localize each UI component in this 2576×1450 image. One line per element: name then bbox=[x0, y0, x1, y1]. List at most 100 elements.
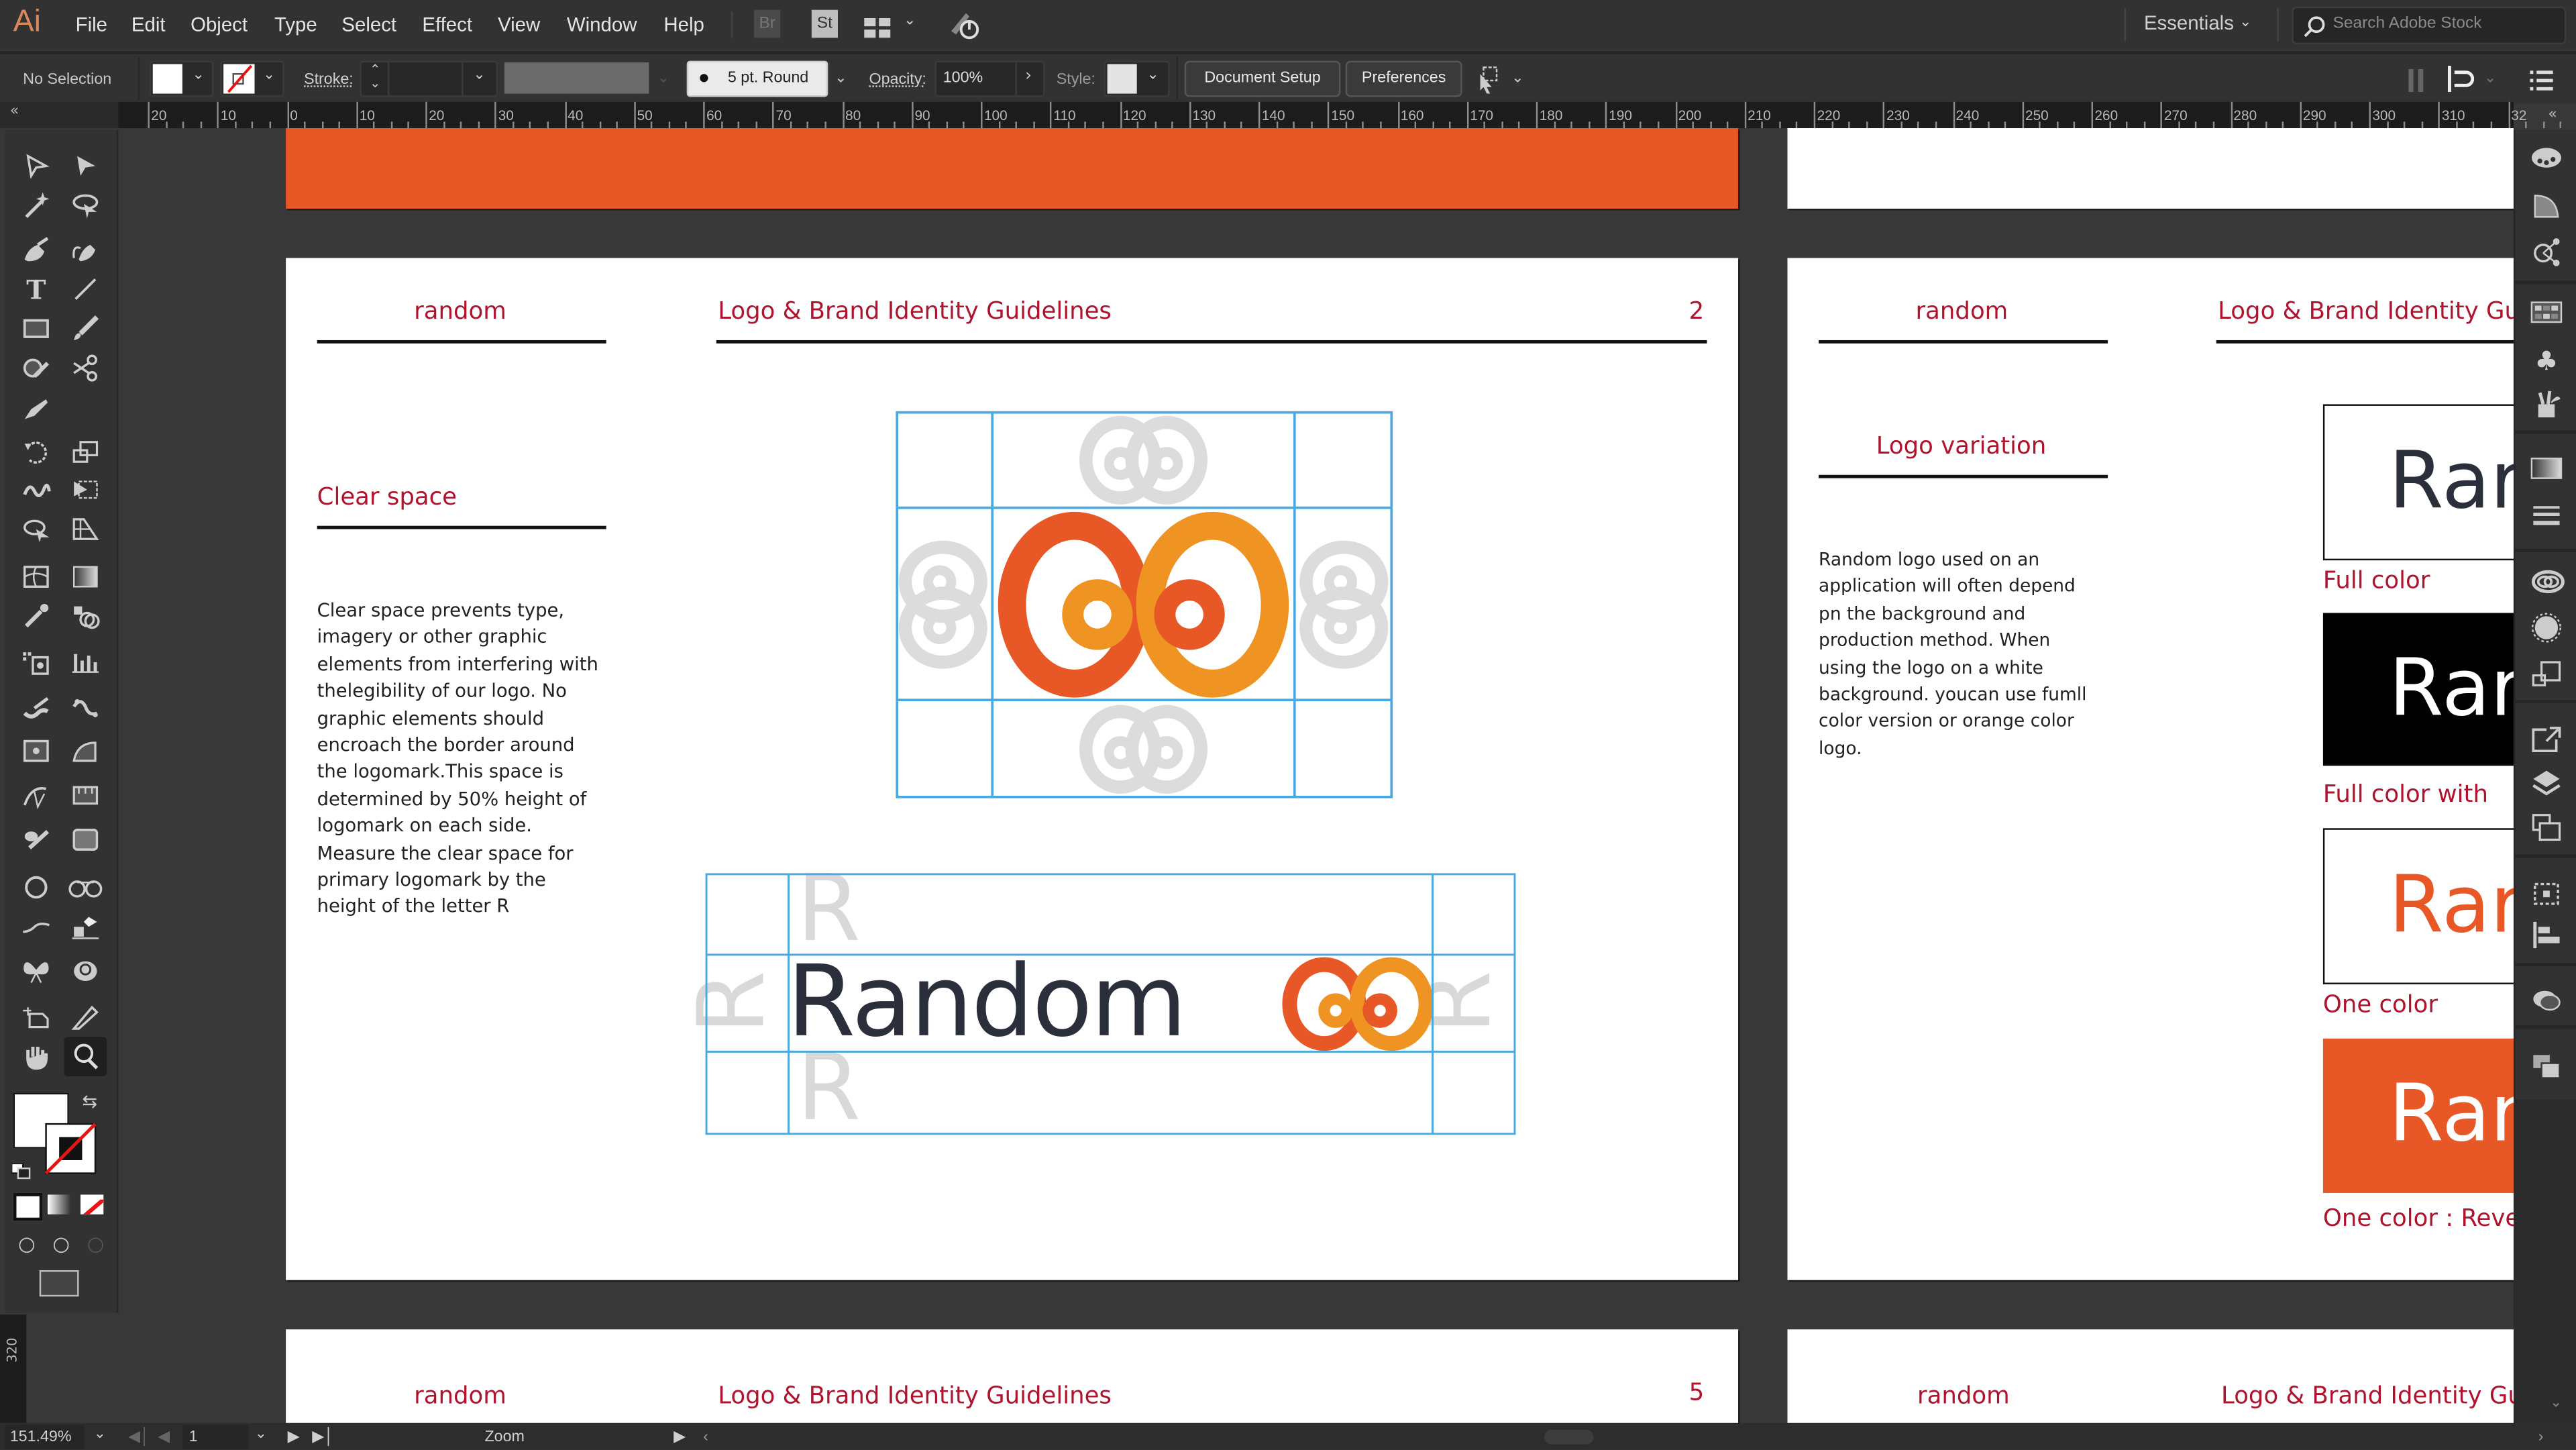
warp-tool-icon[interactable] bbox=[18, 475, 54, 508]
first-artboard-icon[interactable]: ◀│ bbox=[128, 1428, 150, 1446]
menu-edit[interactable]: Edit bbox=[131, 13, 166, 36]
glasses-tool-icon[interactable] bbox=[67, 872, 103, 905]
zoom-tool-icon[interactable] bbox=[64, 1037, 107, 1077]
stroke-panel-icon[interactable] bbox=[2530, 503, 2563, 532]
curvature-guide-icon[interactable] bbox=[18, 780, 54, 813]
symbols-panel-icon[interactable]: ♣ bbox=[2530, 346, 2563, 376]
horizontal-scrollbar[interactable] bbox=[723, 1428, 2498, 1446]
chevron-down-icon[interactable]: ⌄ bbox=[473, 67, 485, 83]
blob-brush-tool-icon[interactable] bbox=[18, 825, 54, 858]
stroke-color-swatch[interactable] bbox=[44, 1123, 97, 1175]
width-tool-icon[interactable] bbox=[18, 693, 54, 726]
free-transform-tool-icon[interactable] bbox=[67, 475, 103, 508]
isolate-icon[interactable] bbox=[2408, 67, 2424, 93]
chevron-down-icon[interactable]: ⌄ bbox=[657, 70, 669, 87]
horizontal-ruler[interactable]: 20 10 0 10 20 30 40 50 60 70 80 90 100 110 120 130 140 15… bbox=[118, 101, 2562, 129]
menu-effect[interactable]: Effect bbox=[422, 13, 472, 36]
stock-button[interactable]: St bbox=[811, 9, 838, 38]
status-menu-icon[interactable]: ▶ bbox=[674, 1428, 686, 1446]
opacity-label[interactable]: Opacity: bbox=[869, 70, 926, 89]
scroll-left-icon[interactable]: ‹ bbox=[703, 1428, 708, 1446]
smooth-tool-icon[interactable] bbox=[18, 912, 54, 945]
stepper-down-icon[interactable]: ⌄ bbox=[370, 76, 380, 91]
menu-object[interactable]: Object bbox=[191, 13, 248, 36]
scroll-down-icon[interactable]: ⌄ bbox=[2550, 1395, 2562, 1411]
swap-fill-stroke-icon[interactable]: ⇆ bbox=[82, 1091, 97, 1112]
measure-ruler-icon[interactable] bbox=[67, 780, 103, 813]
document-setup-button[interactable]: Document Setup bbox=[1184, 60, 1341, 97]
symbol-tool-icon[interactable] bbox=[18, 956, 54, 989]
menu-select[interactable]: Select bbox=[341, 13, 396, 36]
slice-tool-icon[interactable] bbox=[67, 1002, 103, 1035]
vertical-scrollbar[interactable]: ⌄ bbox=[2513, 1099, 2576, 1423]
paintbrush-tool-icon[interactable] bbox=[67, 314, 103, 347]
type-tool-icon[interactable]: T bbox=[18, 274, 54, 307]
transform-bounds-panel-icon[interactable] bbox=[2530, 879, 2563, 909]
stroke-weight-input[interactable]: ⌃ ⌄ ⌄ bbox=[360, 60, 498, 97]
expand-panels-icon[interactable]: « bbox=[2548, 107, 2557, 123]
line-segment-tool-icon[interactable] bbox=[67, 274, 103, 307]
last-artboard-icon[interactable]: ▶│ bbox=[312, 1428, 333, 1446]
slice-select-icon[interactable] bbox=[67, 912, 103, 945]
bridge-button[interactable]: Br bbox=[754, 9, 781, 38]
column-graph-tool-icon[interactable] bbox=[67, 648, 103, 680]
transform-panel-icon[interactable] bbox=[2530, 659, 2563, 688]
brushes-panel-icon[interactable] bbox=[2530, 389, 2563, 419]
shaper-tool-icon[interactable] bbox=[18, 354, 54, 386]
menu-type[interactable]: Type bbox=[274, 13, 317, 36]
collapse-toolbox-icon[interactable]: « bbox=[10, 103, 19, 119]
chevron-down-icon[interactable]: ⌄ bbox=[1511, 70, 1523, 87]
previous-artboard-icon[interactable]: ◀ bbox=[158, 1428, 170, 1446]
toolbox-grip[interactable] bbox=[5, 130, 117, 136]
mesh-tool-icon[interactable] bbox=[18, 562, 54, 595]
gradient-panel-icon[interactable] bbox=[2530, 457, 2563, 486]
artboards-panel-icon[interactable] bbox=[2530, 812, 2563, 841]
arrange-documents-icon[interactable] bbox=[864, 13, 891, 38]
next-artboard-icon[interactable]: ▶ bbox=[288, 1428, 300, 1446]
opacity-input[interactable]: 100% › bbox=[934, 60, 1045, 97]
eyedropper-tool-icon[interactable] bbox=[18, 601, 54, 634]
envelope-distort-icon[interactable] bbox=[67, 736, 103, 769]
default-fill-stroke-icon[interactable] bbox=[10, 1155, 31, 1180]
variable-width-profile[interactable] bbox=[504, 62, 649, 94]
color-mode-icon[interactable] bbox=[13, 1192, 43, 1221]
magic-wand-tool-icon[interactable] bbox=[18, 191, 54, 223]
chevron-down-icon[interactable]: ⌄ bbox=[904, 13, 916, 30]
color-panel-icon[interactable] bbox=[2530, 145, 2563, 174]
artboard-number-input[interactable]: 1 bbox=[182, 1425, 248, 1450]
align-to-icon[interactable] bbox=[2448, 65, 2475, 93]
spiral-tool-icon[interactable] bbox=[67, 956, 103, 989]
transparency-panel-icon[interactable] bbox=[2530, 984, 2563, 1014]
shape-builder-tool-icon[interactable] bbox=[18, 515, 54, 548]
align-panel-icon[interactable] bbox=[2530, 920, 2563, 949]
selection-tool-icon[interactable] bbox=[18, 151, 54, 184]
artboard-resize-icon[interactable] bbox=[18, 736, 54, 769]
stock-search-input[interactable]: Search Adobe Stock bbox=[2292, 6, 2567, 45]
menu-help[interactable]: Help bbox=[663, 13, 704, 36]
menu-view[interactable]: View bbox=[498, 13, 540, 36]
hand-tool-icon[interactable] bbox=[18, 1042, 54, 1075]
lasso-tool-icon[interactable] bbox=[67, 191, 103, 223]
perspective-grid-tool-icon[interactable] bbox=[67, 515, 103, 548]
export-asset-panel-icon[interactable] bbox=[2530, 725, 2563, 754]
blend-tool-icon[interactable] bbox=[67, 601, 103, 634]
preferences-button[interactable]: Preferences bbox=[1345, 60, 1462, 97]
layers-panel-icon[interactable] bbox=[2530, 768, 2563, 797]
draw-behind-icon[interactable]: ○ bbox=[52, 1233, 70, 1255]
chevron-down-icon[interactable]: ⌄ bbox=[2239, 15, 2251, 31]
pathfinder-panel-icon[interactable] bbox=[2530, 1051, 2563, 1081]
curvature-tool-icon[interactable] bbox=[67, 235, 103, 268]
draw-inside-icon[interactable]: ○ bbox=[87, 1233, 105, 1255]
fill-swatch[interactable]: ⌄ bbox=[149, 60, 214, 97]
puppet-warp-tool-icon[interactable] bbox=[67, 693, 103, 726]
chevron-right-icon[interactable]: › bbox=[1025, 67, 1032, 85]
live-paint-tool-icon[interactable] bbox=[67, 825, 103, 858]
scale-tool-icon[interactable] bbox=[67, 437, 103, 470]
gradient-tool-icon[interactable] bbox=[67, 562, 103, 595]
select-similar-icon[interactable] bbox=[1474, 64, 1503, 94]
libraries-panel-icon[interactable] bbox=[2530, 568, 2565, 598]
vertical-ruler[interactable]: 320 bbox=[0, 1314, 27, 1423]
scroll-right-icon[interactable]: › bbox=[2538, 1428, 2544, 1446]
symbol-sprayer-tool-icon[interactable] bbox=[18, 648, 54, 680]
direct-selection-tool-icon[interactable] bbox=[67, 151, 103, 184]
